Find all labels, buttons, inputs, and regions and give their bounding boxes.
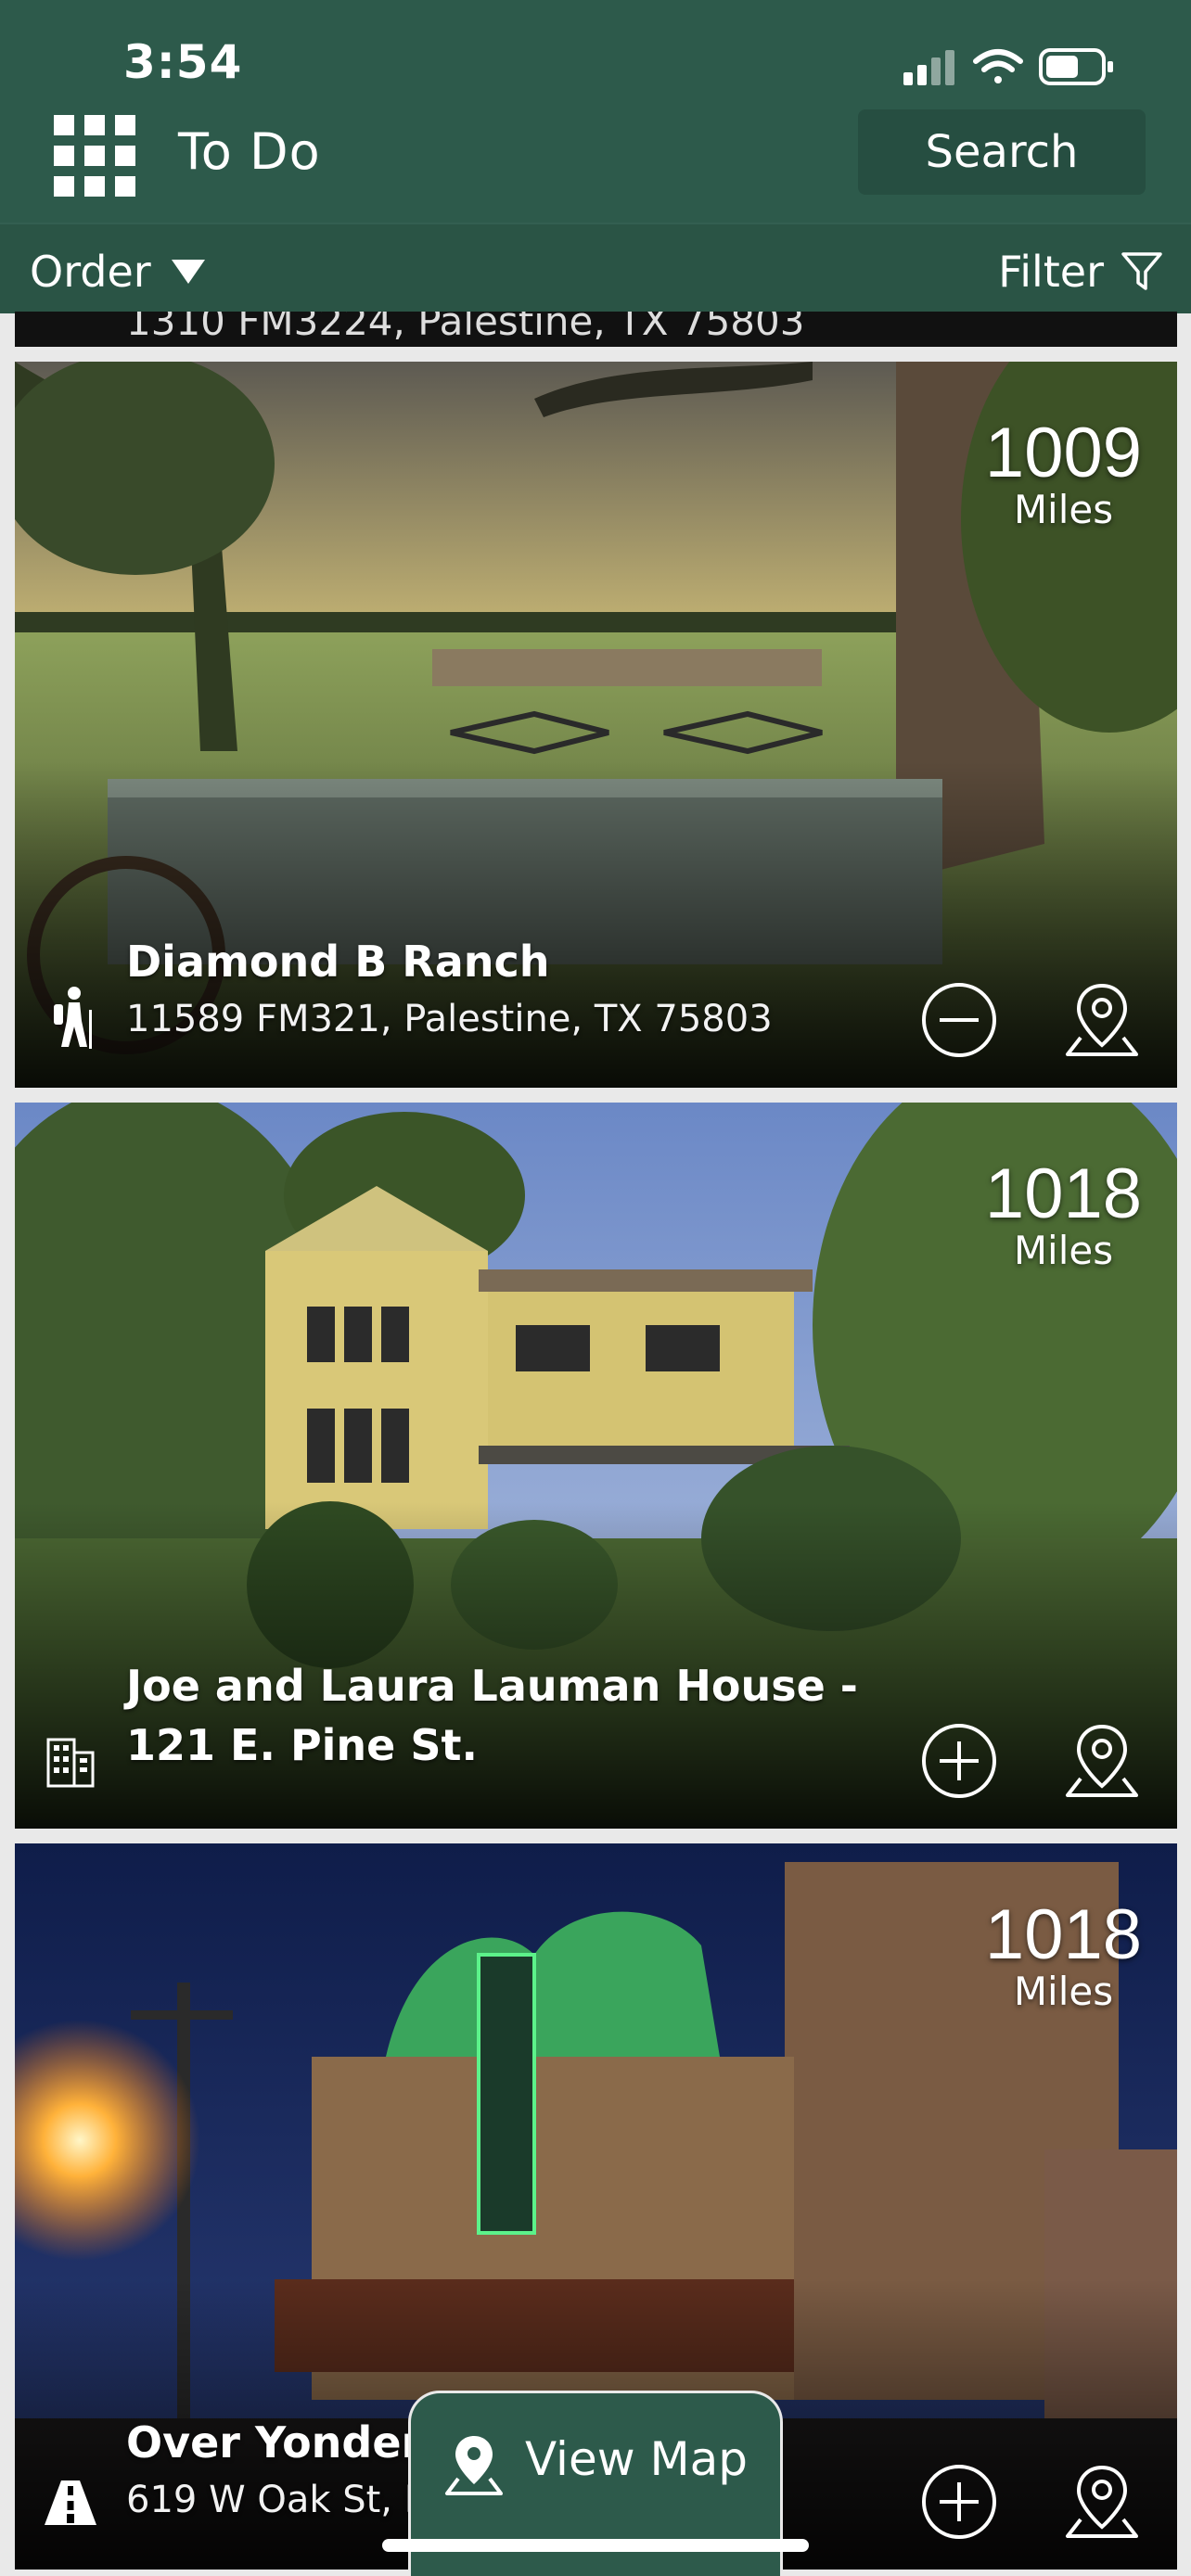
wifi-icon [973, 49, 1023, 83]
status-time: 3:54 [123, 35, 243, 89]
list-item[interactable]: 1009 Miles Diamond B Ranch 11589 FM321, … [15, 362, 1177, 1088]
distance-badge: 1018 Miles [985, 1899, 1142, 2012]
distance-unit: Miles [1013, 1969, 1114, 2014]
status-icons [903, 48, 1113, 85]
distance-badge: 1018 Miles [985, 1158, 1142, 1271]
map-pin-icon[interactable] [1062, 2462, 1142, 2542]
distance-value: 1018 [984, 1895, 1142, 1974]
item-name-line2: 121 E. Pine St. [126, 1720, 478, 1770]
item-address: 1310 FM3224, Palestine, TX 75803 [126, 312, 805, 344]
view-map-label: View Map [524, 2432, 749, 2486]
remove-from-list-button[interactable] [919, 980, 999, 1060]
home-indicator [382, 2539, 809, 2552]
chevron-down-icon [171, 260, 205, 284]
filter-button[interactable]: Filter [998, 247, 1163, 297]
item-address: 11589 FM321, Palestine, TX 75803 [126, 998, 773, 1040]
add-to-list-button[interactable] [919, 2462, 999, 2542]
distance-value: 1009 [984, 414, 1142, 492]
item-name-line1: Joe and Laura Lauman House - [126, 1661, 858, 1711]
page-title: To Do [178, 122, 321, 181]
filter-icon [1121, 252, 1162, 290]
map-pin-icon[interactable] [1062, 980, 1142, 1060]
sort-filter-bar: Order Filter [0, 223, 1191, 313]
battery-icon [1039, 48, 1113, 85]
search-button[interactable]: Search [858, 109, 1146, 195]
list-item[interactable]: 1018 Miles Joe and Laura Lauman House - … [15, 1103, 1177, 1829]
signal-icon [903, 50, 954, 85]
grid-menu-icon[interactable] [54, 115, 135, 197]
building-icon [46, 1738, 95, 1788]
distance-value: 1018 [984, 1154, 1142, 1233]
hiker-icon [54, 987, 92, 1049]
order-label: Order [30, 247, 151, 297]
distance-unit: Miles [1013, 487, 1114, 532]
item-name: Diamond B Ranch [126, 937, 550, 987]
distance-badge: 1009 Miles [985, 417, 1142, 530]
item-address: 619 W Oak St, P [126, 2479, 427, 2521]
item-name: Over Yonder [126, 2417, 423, 2468]
map-pin-icon[interactable] [1062, 1721, 1142, 1801]
distance-unit: Miles [1013, 1228, 1114, 1273]
filter-label: Filter [998, 247, 1104, 297]
order-dropdown[interactable]: Order [30, 247, 205, 297]
attraction-list: 1310 FM3224, Palestine, TX 75803 1009 Mi… [0, 312, 1191, 2576]
map-pin-icon [444, 2436, 503, 2495]
app-header: 3:54 To Do Search [0, 0, 1191, 223]
road-icon [45, 2480, 96, 2525]
list-item[interactable]: 1310 FM3224, Palestine, TX 75803 [15, 312, 1177, 347]
add-to-list-button[interactable] [919, 1721, 999, 1801]
